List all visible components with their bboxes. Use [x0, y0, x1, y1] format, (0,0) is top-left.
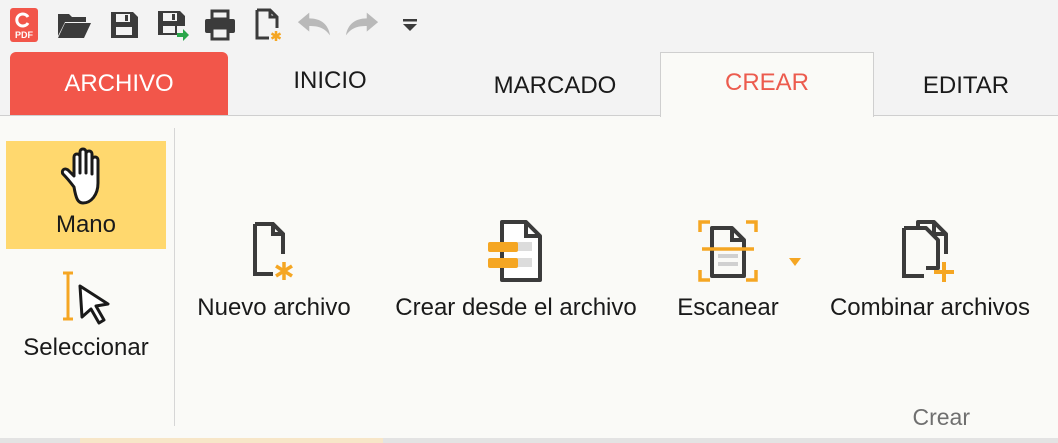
tab-marcado[interactable]: MARCADO: [452, 52, 658, 116]
redo-icon[interactable]: [344, 6, 380, 44]
scan-label: Escanear: [677, 294, 779, 321]
scan-dropdown-arrow-icon[interactable]: [788, 257, 802, 267]
document-tab-strip: [0, 438, 1058, 443]
select-tool-button[interactable]: Seleccionar: [6, 266, 166, 376]
new-file-icon[interactable]: [250, 6, 286, 44]
new-file-button[interactable]: Nuevo archivo: [186, 212, 362, 322]
tab-inicio[interactable]: INICIO: [230, 52, 430, 116]
scan-icon: [698, 220, 758, 282]
save-icon[interactable]: [106, 6, 142, 44]
new-file-label: Nuevo archivo: [197, 294, 351, 321]
combine-files-icon: [902, 220, 954, 282]
ribbon-group-label: Crear: [912, 404, 970, 430]
create-from-file-icon: [488, 220, 542, 282]
tab-marcado-label: MARCADO: [493, 72, 617, 99]
app-window: PDF ARCHIVO INICIO MARCADO CREAR EDITAR …: [0, 0, 1058, 443]
create-from-file-label: Crear desde el archivo: [395, 294, 637, 321]
combine-files-label: Combinar archivos: [829, 294, 1031, 321]
scan-button[interactable]: Escanear: [668, 212, 788, 322]
hand-tool-label: Mano: [55, 211, 117, 238]
ribbon-divider: [174, 128, 175, 426]
hand-tool-button[interactable]: Mano: [6, 141, 166, 249]
ribbon-panel: Mano Seleccionar Nuevo archivo Crear des…: [0, 116, 1058, 438]
quick-access-toolbar: PDF: [0, 0, 1058, 52]
select-cursor-icon: [63, 271, 110, 325]
tab-archivo[interactable]: ARCHIVO: [10, 52, 228, 116]
customize-dropdown-icon[interactable]: [392, 6, 428, 44]
save-as-icon[interactable]: [154, 6, 190, 44]
create-from-file-button[interactable]: Crear desde el archivo: [380, 212, 652, 322]
undo-icon[interactable]: [296, 6, 332, 44]
tab-editar-label: EDITAR: [922, 72, 1010, 99]
tab-inicio-label: INICIO: [293, 67, 367, 94]
document-tab[interactable]: [80, 438, 383, 443]
pdf-app-logo-icon[interactable]: PDF: [6, 6, 42, 44]
printer-icon[interactable]: [202, 6, 238, 44]
tab-editar[interactable]: EDITAR: [876, 52, 1058, 116]
folder-open-icon[interactable]: [56, 6, 92, 44]
logo-text: PDF: [15, 30, 34, 40]
new-file-icon: [253, 222, 293, 280]
tab-crear[interactable]: CREAR: [660, 52, 874, 117]
hand-icon: [60, 147, 100, 205]
combine-files-button[interactable]: Combinar archivos: [812, 212, 1048, 322]
tab-crear-label: CREAR: [724, 69, 809, 96]
select-tool-label: Seleccionar: [23, 334, 149, 361]
ribbon-tabs: ARCHIVO INICIO MARCADO CREAR EDITAR: [0, 52, 1058, 117]
